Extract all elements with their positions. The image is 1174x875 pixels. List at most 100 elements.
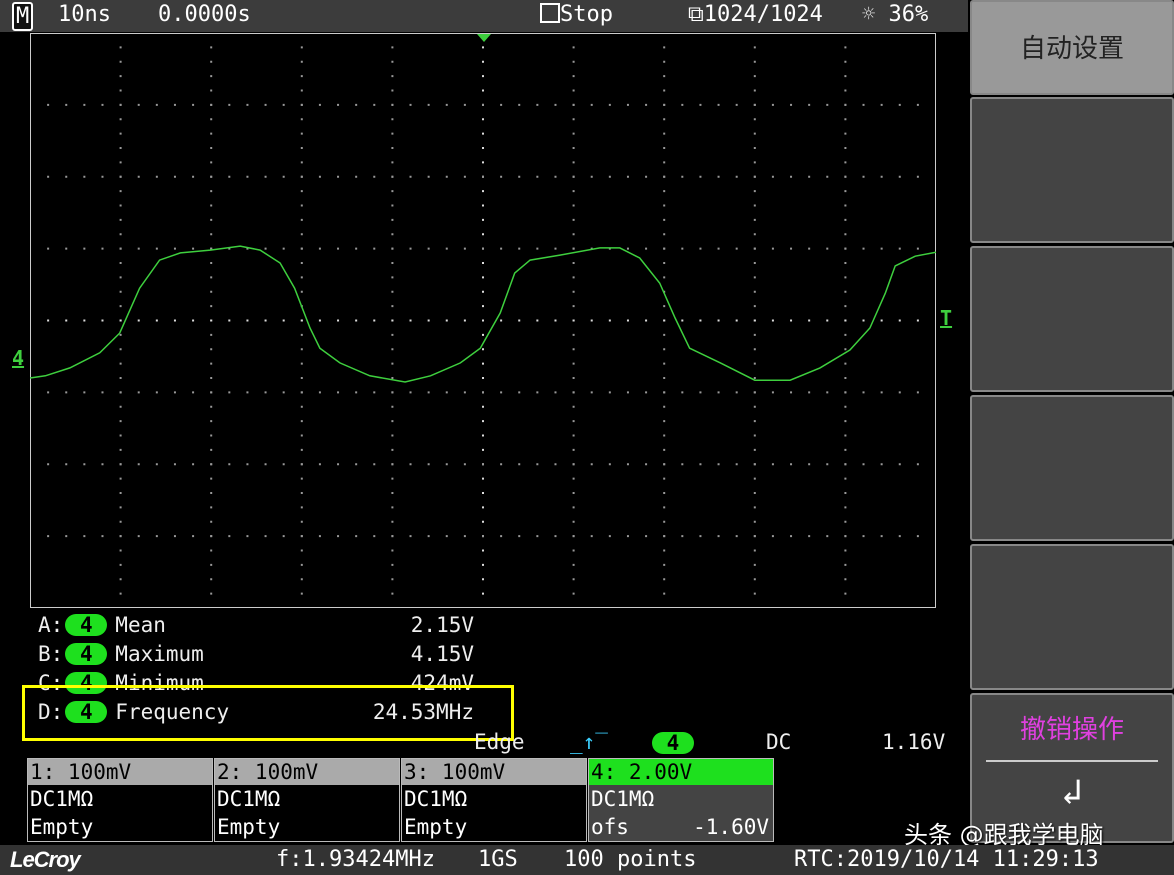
grid-dot <box>101 247 104 250</box>
grid-dot <box>753 592 756 595</box>
channel-3-settings[interactable]: 3: 100mV DC1MΩ Empty <box>401 758 587 842</box>
grid-dot <box>572 46 575 49</box>
channel-2-settings[interactable]: 2: 100mV DC1MΩ Empty <box>214 758 400 842</box>
grid-dot <box>246 535 249 538</box>
grid-dot <box>119 161 122 164</box>
grid-dot <box>300 477 303 480</box>
trigger-info[interactable]: Edge _↑‾ 4 DC 1.16V <box>474 730 954 756</box>
auto-setup-button[interactable]: 自动设置 <box>970 0 1174 95</box>
grid-dot <box>753 520 756 523</box>
sample-rate: 1GS <box>478 847 518 872</box>
measurement-row-b[interactable]: B: 4 Maximum 4.15V <box>38 642 478 670</box>
grid-dot <box>645 319 648 322</box>
grid-dot <box>663 420 666 423</box>
grid-dot <box>482 592 484 595</box>
trigger-delay[interactable]: 0.0000s <box>158 2 251 27</box>
grid-dot <box>300 362 303 365</box>
channel-1-settings[interactable]: 1: 100mV DC1MΩ Empty <box>27 758 213 842</box>
grid-dot <box>699 535 702 538</box>
grid-dot <box>518 535 521 538</box>
grid-dot <box>554 391 557 394</box>
grid-dot <box>300 333 303 336</box>
measurement-name: Mean <box>115 613 166 637</box>
grid-dot <box>119 233 122 236</box>
grid-dot <box>862 535 865 538</box>
grid-dot <box>844 377 847 379</box>
grid-dot <box>753 420 756 423</box>
grid-dot <box>753 204 756 207</box>
channel-4-ground-marker[interactable]: 4 <box>12 346 24 370</box>
grid-dot <box>482 319 484 322</box>
grid-dot <box>790 535 793 538</box>
grid-dot <box>753 247 756 250</box>
grid-dot <box>482 420 484 423</box>
grid-dot <box>717 103 720 106</box>
grid-dot <box>463 247 466 250</box>
grid-dot <box>210 161 213 164</box>
channel-4-trace <box>30 245 936 383</box>
measurement-row-a[interactable]: A: 4 Mean 2.15V <box>38 613 478 641</box>
grid-dot <box>862 103 865 106</box>
grid-dot <box>391 578 394 581</box>
side-menu-button-5[interactable] <box>970 544 1174 690</box>
grid-dot <box>373 247 376 250</box>
grid-dot <box>663 333 666 336</box>
grid-dot <box>663 175 666 178</box>
grid-dot <box>717 319 720 322</box>
grid-dot <box>300 60 303 63</box>
grid-dot <box>482 190 484 193</box>
grid-dot <box>210 362 213 365</box>
grid-dot <box>898 319 901 322</box>
channel-extra: Empty <box>404 815 468 839</box>
grid-dot <box>155 247 158 250</box>
grid-dot <box>155 319 158 322</box>
grid-dot <box>391 233 394 236</box>
grid-dot <box>210 218 213 221</box>
waveform-grid[interactable] <box>30 33 936 608</box>
grid-dot <box>536 175 539 178</box>
grid-dot <box>210 549 213 552</box>
grid-dot <box>228 319 231 322</box>
grid-dot <box>572 391 575 394</box>
grid-dot <box>572 362 575 365</box>
grid-dot <box>536 103 539 106</box>
grid-dot <box>663 247 666 250</box>
grid-dot <box>482 75 484 78</box>
grid-dot <box>554 535 557 538</box>
grid-dot <box>844 434 847 437</box>
grid-dot <box>391 405 394 408</box>
grid-dot <box>427 391 430 394</box>
grid-dot <box>300 132 303 135</box>
grid-dot <box>373 463 376 466</box>
side-menu-button-2[interactable] <box>970 97 1174 243</box>
grid-dot <box>808 175 811 178</box>
trigger-level-marker[interactable]: T <box>940 306 952 330</box>
grid-dot <box>844 563 847 566</box>
grid-dot <box>482 204 484 207</box>
grid-dot <box>844 319 847 322</box>
grid-dot <box>735 463 738 466</box>
grid-dot <box>391 520 394 523</box>
grid-dot <box>83 535 86 538</box>
side-menu-button-3[interactable] <box>970 246 1174 392</box>
channel-4-settings[interactable]: 4: 2.00V DC1MΩ ofs -1.60V <box>588 758 774 842</box>
grid-dot <box>862 175 865 178</box>
grid-dot <box>808 103 811 106</box>
timebase[interactable]: 10ns <box>58 2 111 27</box>
grid-dot <box>482 463 484 466</box>
grid-dot <box>173 463 176 466</box>
grid-dot <box>898 247 901 250</box>
grid-dot <box>663 563 666 566</box>
grid-dot <box>790 247 793 250</box>
run-state[interactable]: Stop <box>540 2 613 27</box>
side-menu-button-4[interactable] <box>970 395 1174 541</box>
return-arrow-icon: ↲ <box>1061 772 1083 813</box>
grid-dot <box>645 247 648 250</box>
grid-dot <box>282 103 285 106</box>
brightness[interactable]: ☼ 36% <box>862 2 928 27</box>
grid-dot <box>119 75 122 78</box>
grid-dot <box>119 175 122 178</box>
grid-dot <box>844 592 847 595</box>
grid-dot <box>808 391 811 394</box>
grid-dot <box>898 391 901 394</box>
